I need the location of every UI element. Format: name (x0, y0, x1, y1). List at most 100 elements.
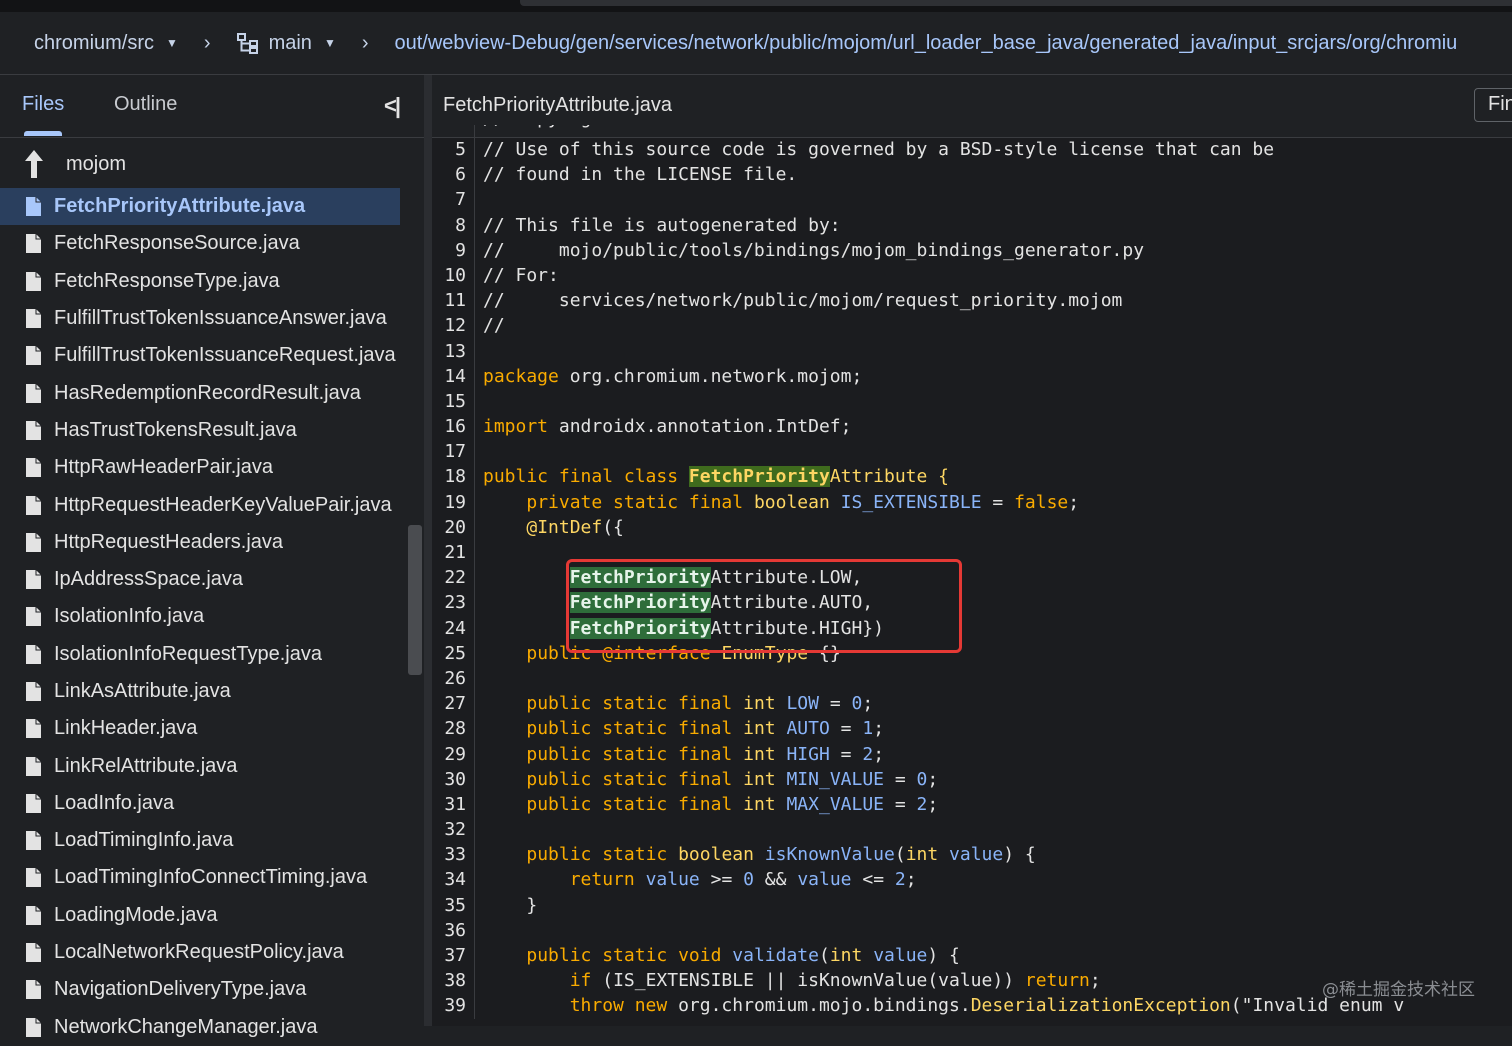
code-line: 20 @IntDef({ (432, 514, 1512, 540)
file-tree-item[interactable]: FulfillTrustTokenIssuanceAnswer.java (0, 300, 400, 337)
file-icon (26, 682, 41, 701)
code-line: 11// services/network/public/mojom/reque… (432, 288, 1512, 314)
file-name: FetchResponseType.java (54, 269, 280, 292)
file-tree-item[interactable]: HasRedemptionRecordResult.java (0, 374, 400, 411)
file-tree-item[interactable]: LoadingMode.java (0, 897, 400, 934)
chevron-right-icon: › (361, 31, 369, 54)
code-line: 27 public static final int LOW = 0; (432, 691, 1512, 717)
file-name: FulfillTrustTokenIssuanceRequest.java (54, 344, 396, 367)
arrow-up-icon (25, 150, 43, 178)
window-top-strip (0, 0, 1512, 12)
sidebar-tabs: Files Outline <| (0, 75, 424, 138)
file-icon (26, 719, 41, 739)
file-name: IpAddressSpace.java (54, 568, 244, 591)
tab-outline[interactable]: Outline (114, 93, 177, 116)
file-icon (26, 271, 41, 291)
code-view: 4// Copyright 2017 The Chromium Authors … (432, 125, 1512, 1019)
pane-splitter[interactable] (424, 75, 432, 1026)
file-icon (26, 644, 41, 664)
file-icon (26, 458, 41, 478)
file-icon (26, 309, 41, 329)
code-line: 8// This file is autogenerated by: (432, 212, 1512, 238)
code-line: 14 package org.chromium.network.mojom; (432, 363, 1512, 389)
file-icon (26, 980, 41, 1000)
code-line: 36 (432, 917, 1512, 943)
code-line: 29 public static final int HIGH = 2; (432, 741, 1512, 767)
file-icon (26, 532, 41, 552)
file-tree-item[interactable]: LinkRelAttribute.java (0, 747, 400, 784)
top-scroll-thumb[interactable] (520, 0, 1512, 6)
code-line: 33 public static boolean isKnownValue(in… (432, 842, 1512, 868)
file-icon (26, 905, 41, 925)
file-icon (26, 943, 41, 963)
code-line: 25 public @interface EnumType {} (432, 640, 1512, 666)
watermark: @稀土掘金技术社区 (1322, 980, 1475, 1000)
collapse-sidebar-icon[interactable]: <| (384, 93, 401, 119)
file-tree-item[interactable]: IsolationInfo.java (0, 598, 400, 635)
file-icon (26, 197, 41, 217)
file-icon (26, 570, 41, 590)
search-match: FetchPriority (569, 567, 711, 589)
file-tree-item[interactable]: HttpRequestHeaderKeyValuePair.java (0, 486, 400, 523)
sidebar-scrollbar[interactable] (408, 525, 422, 675)
file-tree-item[interactable]: FetchResponseSource.java (0, 225, 400, 262)
file-tree-item[interactable]: HttpRawHeaderPair.java (0, 449, 400, 486)
file-icon (26, 793, 41, 813)
code-line: 37 public static void validate(int value… (432, 943, 1512, 969)
repo-label: chromium/src (34, 31, 155, 54)
code-line: 24 FetchPriorityAttribute.HIGH}) (432, 615, 1512, 641)
file-tree-item[interactable]: NetworkChangeManager.java (0, 1009, 400, 1046)
file-tree-item[interactable]: LinkAsAttribute.java (0, 673, 400, 710)
file-name: LoadTimingInfo.java (54, 829, 234, 852)
file-tree-item[interactable]: FetchPriorityAttribute.java (0, 188, 400, 226)
tab-files[interactable]: Files (22, 93, 64, 116)
file-tree-item[interactable]: HasTrustTokensResult.java (0, 412, 400, 449)
parent-folder-link[interactable]: mojom (0, 140, 400, 188)
code-line: 16 import androidx.annotation.IntDef; (432, 414, 1512, 440)
breadcrumb: chromium/src ▼ › main ▼ › out/webview-De… (0, 12, 1512, 75)
search-match: FetchPriority (569, 592, 711, 614)
file-tree-item[interactable]: LocalNetworkRequestPolicy.java (0, 934, 400, 971)
code-line: 34 return value >= 0 && value <= 2; (432, 867, 1512, 893)
code-line: 18 public final class FetchPriorityAttrib… (432, 464, 1512, 490)
code-line: 32 (432, 817, 1512, 843)
code-line: 19 private static final boolean IS_EXTEN… (432, 489, 1512, 515)
code-line: 23 FetchPriorityAttribute.AUTO, (432, 590, 1512, 616)
repo-selector[interactable]: chromium/src ▼ (34, 32, 178, 55)
file-tree-item[interactable]: LoadTimingInfo.java (0, 822, 400, 859)
file-icon (26, 756, 41, 776)
code-line: 4// Copyright 2017 The Chromium Authors (432, 125, 1512, 137)
search-match: FetchPriority (688, 466, 830, 488)
file-path-link[interactable]: out/webview-Debug/gen/services/network/p… (395, 32, 1458, 55)
branch-label: main (268, 31, 312, 54)
code-line: 9// mojo/public/tools/bindings/mojom_bin… (432, 237, 1512, 263)
caret-down-icon: ▼ (323, 36, 336, 50)
file-tree-item[interactable]: LoadInfo.java (0, 785, 400, 822)
file-icon (26, 1017, 41, 1037)
branch-selector[interactable]: main ▼ (236, 31, 336, 55)
file-name: HttpRequestHeaderKeyValuePair.java (54, 493, 392, 516)
file-tree-item[interactable]: FetchResponseType.java (0, 263, 400, 300)
file-tree-item[interactable]: IsolationInfoRequestType.java (0, 636, 400, 673)
file-name: FetchResponseSource.java (54, 232, 300, 255)
file-name: LinkRelAttribute.java (54, 754, 238, 777)
code-line: 30 public static final int MIN_VALUE = 0… (432, 766, 1512, 792)
code-line: 28 public static final int AUTO = 1; (432, 716, 1512, 742)
file-name: FetchPriorityAttribute.java (54, 195, 306, 218)
parent-folder-label: mojom (66, 152, 127, 175)
file-tree-item[interactable]: HttpRequestHeaders.java (0, 524, 400, 561)
file-name: LinkHeader.java (54, 717, 198, 740)
file-icon (26, 607, 41, 627)
file-name: LoadTimingInfoConnectTiming.java (54, 866, 368, 889)
file-tree-item[interactable]: LinkHeader.java (0, 710, 400, 747)
file-tree-item[interactable]: LoadTimingInfoConnectTiming.java (0, 859, 400, 896)
code-line: 7 (432, 187, 1512, 213)
file-tree-item[interactable]: FulfillTrustTokenIssuanceRequest.java (0, 337, 400, 374)
file-name: IsolationInfo.java (54, 605, 205, 628)
file-name: FulfillTrustTokenIssuanceAnswer.java (54, 307, 387, 330)
file-tree-item[interactable]: NavigationDeliveryType.java (0, 971, 400, 1008)
file-tree-item[interactable]: IpAddressSpace.java (0, 561, 400, 598)
find-button[interactable]: Find (1474, 88, 1512, 122)
file-name: HttpRequestHeaders.java (54, 530, 284, 553)
code-line: 12// (432, 313, 1512, 339)
